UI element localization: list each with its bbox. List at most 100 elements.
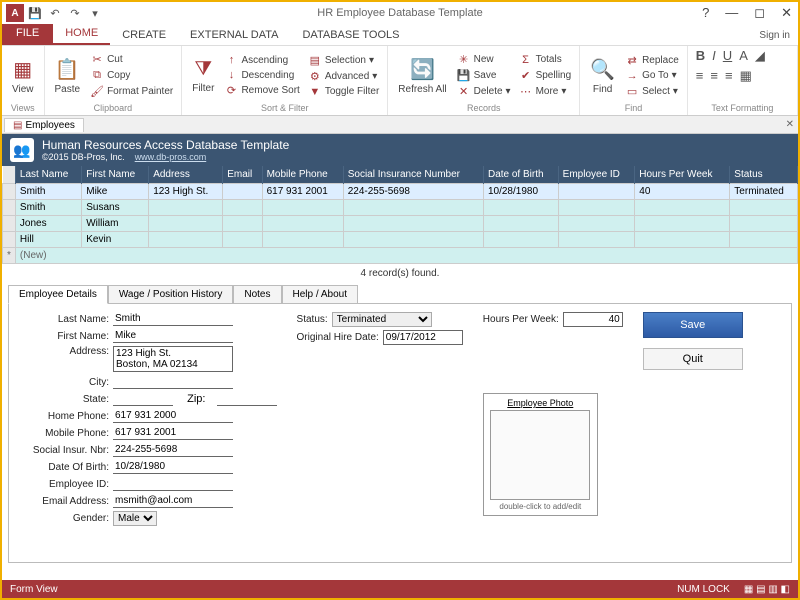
tab-create[interactable]: CREATE (110, 25, 178, 45)
descending-button[interactable]: ↓Descending (222, 68, 301, 82)
more-button[interactable]: ⋯More ▾ (517, 84, 574, 99)
format-painter-button[interactable]: 🖌Format Painter (88, 84, 175, 99)
email-field[interactable] (113, 494, 233, 508)
view-button[interactable]: ▦ View (8, 55, 38, 97)
last-name-field[interactable] (113, 312, 233, 326)
hire-date-field[interactable] (383, 330, 463, 345)
table-row[interactable]: SmithSusans (3, 200, 798, 216)
underline-button[interactable]: U (721, 48, 734, 64)
col-status[interactable]: Status (730, 166, 798, 184)
save-icon[interactable]: 💾 (26, 4, 44, 22)
group-records: 🔄 Refresh All ✳New 💾Save ✕Delete ▾ ΣTota… (388, 46, 580, 115)
gridlines-button[interactable]: ▦ (738, 68, 754, 84)
redo-icon[interactable]: ↷ (66, 4, 84, 22)
new-row[interactable]: *(New) (3, 248, 798, 264)
group-text-formatting: B I U A ◢ ≡ ≡ ≡ ▦ Text Formatting (688, 46, 798, 115)
record-save-button[interactable]: 💾Save (455, 68, 513, 83)
advanced-button[interactable]: ⚙Advanced ▾ (306, 69, 381, 84)
col-employee-id[interactable]: Employee ID (558, 166, 635, 184)
restore-icon[interactable]: ◻ (750, 5, 769, 21)
table-row[interactable]: SmithMike123 High St.617 931 2001224-255… (3, 184, 798, 200)
qat-customize-icon[interactable]: ▾ (86, 4, 104, 22)
filter-button[interactable]: ⧩ Filter (188, 56, 218, 96)
italic-button[interactable]: I (710, 48, 718, 64)
font-color-button[interactable]: A (737, 48, 750, 64)
col-first-name[interactable]: First Name (82, 166, 149, 184)
toggle-filter-button[interactable]: ▼Toggle Filter (306, 85, 381, 99)
totals-button[interactable]: ΣTotals (517, 53, 574, 67)
help-icon[interactable]: ? (698, 5, 713, 21)
align-center-button[interactable]: ≡ (708, 68, 720, 84)
col-hours[interactable]: Hours Per Week (635, 166, 730, 184)
zip-field[interactable] (217, 392, 277, 406)
refresh-button[interactable]: 🔄 Refresh All (394, 55, 450, 97)
grid-header-row: Last Name First Name Address Email Mobil… (3, 166, 798, 184)
dob-field[interactable] (113, 460, 233, 474)
goto-button[interactable]: →Go To ▾ (623, 69, 681, 83)
table-row[interactable]: HillKevin (3, 232, 798, 248)
home-phone-field[interactable] (113, 409, 233, 423)
new-button[interactable]: ✳New (455, 52, 513, 67)
view-shortcut-icons[interactable]: ▦ ▤ ▥ ◧ (744, 584, 790, 595)
remove-sort-button[interactable]: ⟳Remove Sort (222, 83, 301, 98)
cut-button[interactable]: ✂Cut (88, 52, 175, 67)
quit-button[interactable]: Quit (643, 348, 743, 370)
col-email[interactable]: Email (223, 166, 262, 184)
tab-external-data[interactable]: EXTERNAL DATA (178, 25, 290, 45)
align-left-button[interactable]: ≡ (694, 68, 706, 84)
state-field[interactable] (113, 392, 173, 406)
undo-icon[interactable]: ↶ (46, 4, 64, 22)
dtab-notes[interactable]: Notes (233, 285, 281, 304)
photo-placeholder[interactable] (490, 410, 590, 500)
group-views: ▦ View Views (2, 46, 45, 115)
clipboard-icon: 📋 (55, 57, 80, 82)
close-icon[interactable]: ✕ (777, 5, 796, 21)
align-right-button[interactable]: ≡ (723, 68, 735, 84)
ascending-button[interactable]: ↑Ascending (222, 53, 301, 67)
more-icon: ⋯ (519, 85, 533, 98)
copyright-text: ©2015 DB-Pros, Inc. (42, 152, 125, 162)
ssn-field[interactable] (113, 443, 233, 457)
mobile-phone-field[interactable] (113, 426, 233, 440)
access-app-icon: A (6, 4, 24, 22)
document-tabs: ▤ Employees ✕ (2, 116, 798, 134)
gender-select[interactable]: Male (113, 511, 157, 526)
tab-database-tools[interactable]: DATABASE TOOLS (290, 25, 411, 45)
status-select[interactable]: Terminated (332, 312, 432, 327)
dtab-employee-details[interactable]: Employee Details (8, 285, 108, 304)
col-mobile-phone[interactable]: Mobile Phone (262, 166, 343, 184)
city-field[interactable] (113, 375, 233, 389)
employee-photo-box: Employee Photo double-click to add/edit (483, 393, 598, 516)
bold-button[interactable]: B (694, 48, 707, 64)
fill-color-button[interactable]: ◢ (753, 48, 767, 64)
find-button[interactable]: 🔍 Find (586, 55, 619, 97)
table-row[interactable]: JonesWilliam (3, 216, 798, 232)
col-ssn[interactable]: Social Insurance Number (343, 166, 483, 184)
col-dob[interactable]: Date of Birth (483, 166, 558, 184)
quick-access-toolbar: A 💾 ↶ ↷ ▾ (6, 4, 104, 22)
tab-home[interactable]: HOME (53, 23, 110, 45)
dtab-help[interactable]: Help / About (282, 285, 358, 304)
app-header: 👥 Human Resources Access Database Templa… (2, 134, 798, 166)
col-last-name[interactable]: Last Name (15, 166, 81, 184)
spelling-button[interactable]: ✔Spelling (517, 68, 574, 83)
delete-button[interactable]: ✕Delete ▾ (455, 84, 513, 99)
minimize-icon[interactable]: — (721, 5, 742, 21)
address-field[interactable] (113, 346, 233, 372)
dtab-wage-history[interactable]: Wage / Position History (108, 285, 234, 304)
hours-field[interactable] (563, 312, 623, 327)
col-address[interactable]: Address (149, 166, 223, 184)
copy-button[interactable]: ⧉Copy (88, 68, 175, 83)
employee-id-field[interactable] (113, 477, 233, 491)
website-link[interactable]: www.db-pros.com (135, 152, 207, 162)
paste-button[interactable]: 📋 Paste (51, 55, 85, 97)
tab-file[interactable]: FILE (2, 23, 53, 45)
doc-close-icon[interactable]: ✕ (786, 119, 794, 130)
selection-button[interactable]: ▤Selection ▾ (306, 53, 381, 68)
select-button[interactable]: ▭Select ▾ (623, 84, 681, 99)
replace-button[interactable]: ⇄Replace (623, 53, 681, 68)
save-button[interactable]: Save (643, 312, 743, 338)
sign-in-link[interactable]: Sign in (751, 26, 798, 45)
first-name-field[interactable] (113, 329, 233, 343)
doc-tab-employees[interactable]: ▤ Employees (4, 118, 84, 132)
